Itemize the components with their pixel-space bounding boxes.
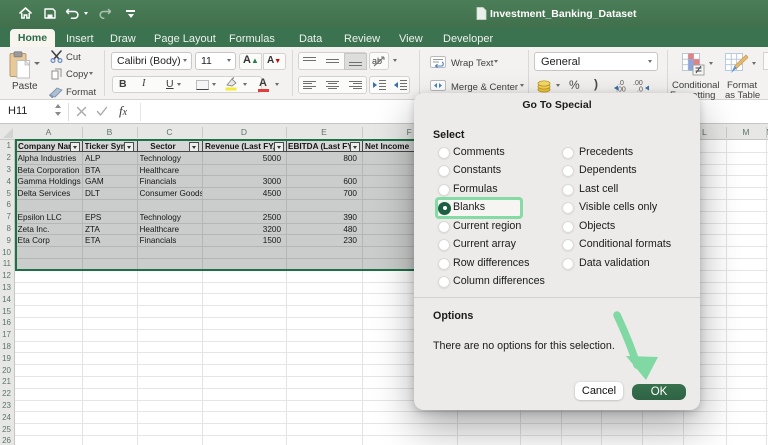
svg-text:.0: .0 [637, 87, 643, 93]
svg-text:ab: ab [372, 56, 382, 66]
